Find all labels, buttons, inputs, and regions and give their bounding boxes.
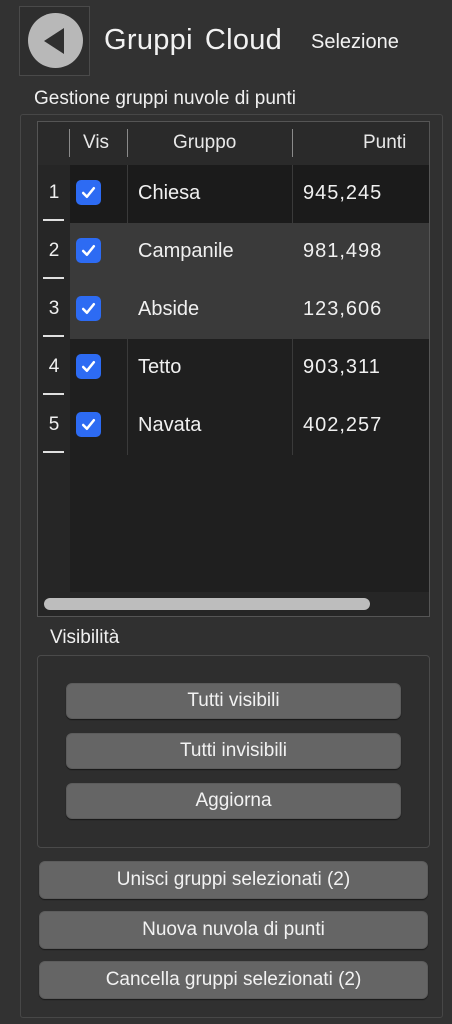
visibility-label: Visibilità	[50, 627, 120, 648]
all-visible-button[interactable]: Tutti visibili	[66, 683, 401, 719]
column-header-punti[interactable]: Punti	[363, 132, 406, 154]
visibility-checkbox[interactable]	[76, 180, 101, 205]
column-header-gruppo[interactable]: Gruppo	[173, 132, 236, 154]
row-separator	[43, 219, 64, 221]
column-header-vis[interactable]: Vis	[83, 132, 109, 154]
group-name: Navata	[138, 414, 202, 436]
title-word-2: Cloud	[204, 24, 283, 56]
cell-divider	[127, 281, 128, 339]
cell-divider	[127, 165, 128, 223]
checkmark-icon	[81, 418, 96, 431]
table-row[interactable]: Tetto 903,311	[70, 339, 429, 397]
new-point-cloud-button[interactable]: Nuova nuvola di punti	[39, 911, 428, 949]
header-separator	[69, 129, 70, 157]
cell-divider	[127, 339, 128, 397]
back-arrow-icon	[44, 28, 64, 54]
page-title: Gruppi Cloud	[104, 24, 282, 57]
row-number[interactable]: 5	[38, 414, 70, 436]
cell-divider	[127, 397, 128, 455]
visibility-checkbox[interactable]	[76, 238, 101, 263]
table-row[interactable]: Abside 123,606	[70, 281, 429, 339]
groups-section-label: Gestione gruppi nuvole di punti	[34, 88, 296, 109]
group-name: Chiesa	[138, 182, 201, 204]
cell-divider	[292, 339, 293, 397]
back-button[interactable]	[28, 13, 83, 68]
title-word-1: Gruppi	[104, 24, 193, 56]
group-points: 981,498	[303, 240, 383, 262]
group-name: Abside	[138, 298, 200, 320]
table-row[interactable]: Navata 402,257	[70, 397, 429, 455]
all-invisible-button[interactable]: Tutti invisibili	[66, 733, 401, 769]
horizontal-scrollbar[interactable]	[38, 592, 429, 616]
checkmark-icon	[81, 360, 96, 373]
visibility-checkbox[interactable]	[76, 354, 101, 379]
cell-divider	[292, 397, 293, 455]
checkmark-icon	[81, 244, 96, 257]
table-header: Vis Gruppo Punti	[38, 122, 429, 165]
table-row[interactable]: Chiesa 945,245	[70, 165, 429, 223]
row-number-column	[38, 165, 70, 616]
cell-divider	[292, 223, 293, 281]
row-number[interactable]: 3	[38, 298, 70, 320]
visibility-checkbox[interactable]	[76, 296, 101, 321]
scrollbar-thumb[interactable]	[44, 598, 370, 610]
row-separator	[43, 277, 64, 279]
row-number[interactable]: 1	[38, 182, 70, 204]
header-separator	[127, 129, 128, 157]
visibility-checkbox[interactable]	[76, 412, 101, 437]
back-button-frame	[19, 6, 90, 76]
cell-divider	[292, 281, 293, 339]
group-points: 903,311	[303, 356, 381, 378]
group-name: Tetto	[138, 356, 182, 378]
row-separator	[43, 335, 64, 337]
row-separator	[43, 393, 64, 395]
groups-table: Vis Gruppo Punti Chiesa 945,245 Campanile 9…	[37, 121, 430, 617]
group-points: 945,245	[303, 182, 383, 204]
group-points: 123,606	[303, 298, 383, 320]
group-points: 402,257	[303, 414, 383, 436]
checkmark-icon	[81, 302, 96, 315]
cell-divider	[292, 165, 293, 223]
group-name: Campanile	[138, 240, 234, 262]
row-separator	[43, 451, 64, 453]
checkmark-icon	[81, 186, 96, 199]
table-row[interactable]: Campanile 981,498	[70, 223, 429, 281]
row-number[interactable]: 4	[38, 356, 70, 378]
merge-groups-button[interactable]: Unisci gruppi selezionati (2)	[39, 861, 428, 899]
row-number[interactable]: 2	[38, 240, 70, 262]
delete-groups-button[interactable]: Cancella gruppi selezionati (2)	[39, 961, 428, 999]
cell-divider	[127, 223, 128, 281]
header-separator	[292, 129, 293, 157]
page-subtitle: Selezione	[311, 31, 399, 53]
refresh-button[interactable]: Aggiorna	[66, 783, 401, 819]
